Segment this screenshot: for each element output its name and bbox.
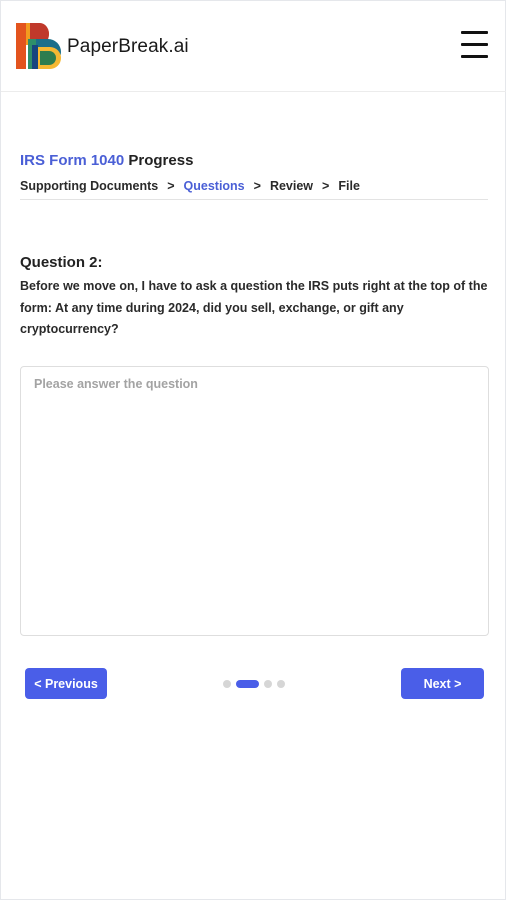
question-text: Before we move on, I have to ask a quest… — [20, 279, 488, 336]
pager-dot[interactable] — [264, 679, 272, 688]
paperbreak-logo-icon — [16, 23, 61, 69]
step-separator: > — [167, 179, 175, 193]
step-review[interactable]: Review — [270, 179, 313, 193]
progress-steps: Supporting Documents > Questions > Review > Fi… — [20, 179, 360, 193]
pager-dot[interactable] — [223, 679, 231, 688]
step-separator: > — [253, 179, 261, 193]
step-separator: > — [322, 179, 330, 193]
steps-divider — [20, 199, 488, 200]
previous-button[interactable]: < Previous — [25, 668, 107, 699]
answer-input[interactable] — [20, 366, 489, 636]
brand-name[interactable]: PaperBreak.ai — [67, 36, 189, 58]
form-name: IRS Form 1040 — [20, 152, 125, 169]
progress-title: IRS Form 1040 Progress — [20, 152, 193, 169]
step-supporting-documents[interactable]: Supporting Documents — [20, 179, 158, 193]
pager-dot[interactable] — [277, 679, 285, 688]
next-button[interactable]: Next > — [401, 668, 484, 699]
question-pager — [223, 679, 285, 688]
step-file[interactable]: File — [338, 179, 360, 193]
step-questions[interactable]: Questions — [184, 179, 245, 193]
hamburger-menu-icon[interactable] — [461, 29, 489, 61]
top-header: PaperBreak.ai — [1, 1, 506, 92]
app-frame: PaperBreak.ai IRS Form 1040 Progress Sup… — [0, 0, 506, 900]
question-heading: Question 2: — [20, 254, 103, 271]
pager-dot-active[interactable] — [236, 679, 259, 688]
progress-label: Progress — [124, 152, 194, 169]
